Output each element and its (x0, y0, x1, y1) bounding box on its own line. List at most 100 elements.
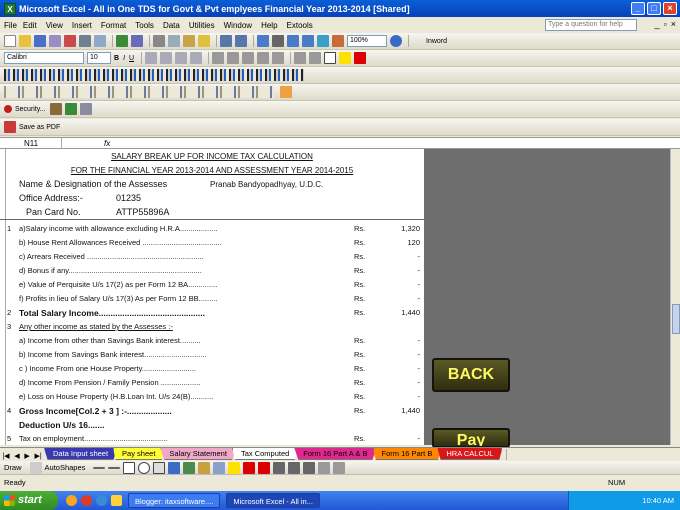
chart-wizard-icon[interactable] (317, 35, 329, 47)
sheet-tab[interactable]: Data Input sheet (44, 448, 118, 460)
tool-icon-strip[interactable] (4, 86, 274, 98)
drawing-icon[interactable] (332, 35, 344, 47)
menu-insert[interactable]: Insert (72, 21, 92, 30)
clipart-icon[interactable] (198, 461, 211, 474)
tab-navigation[interactable]: |◀ ◀ ▶ ▶| (0, 452, 44, 460)
report-row[interactable]: 2 Total Salary Income....................… (0, 308, 424, 322)
print-preview-icon[interactable] (94, 35, 106, 47)
fill-color-icon[interactable] (339, 52, 352, 64)
vertical-scrollbar[interactable] (670, 149, 680, 445)
back-button[interactable]: BACK (432, 358, 510, 392)
increase-indent-icon[interactable] (309, 52, 322, 64)
decrease-indent-icon[interactable] (294, 52, 307, 64)
percent-icon[interactable] (227, 52, 240, 64)
close-button[interactable]: × (663, 2, 677, 15)
report-row[interactable]: c) Arrears Received ....................… (0, 252, 424, 266)
menu-format[interactable]: Format (101, 21, 126, 30)
3d-icon[interactable] (333, 461, 346, 474)
excel-app-icon[interactable]: X (4, 2, 16, 15)
print-icon[interactable] (79, 35, 91, 47)
menu-file[interactable]: File (4, 21, 17, 30)
font-name-select[interactable]: Calibri (4, 52, 84, 64)
inword-button[interactable]: Inword (426, 38, 447, 45)
font-color-icon[interactable] (354, 52, 367, 64)
undo-icon[interactable] (220, 35, 232, 47)
security-button[interactable]: Security... (15, 106, 46, 113)
first-tab-icon[interactable]: |◀ (2, 452, 9, 460)
underline-button[interactable]: U (129, 55, 134, 62)
report-row[interactable]: d) Bonus if any.........................… (0, 266, 424, 280)
design-mode-icon[interactable] (79, 103, 92, 115)
autoshapes-menu[interactable]: AutoShapes (45, 463, 86, 472)
report-row[interactable]: b) Income from Savings Bank interest....… (0, 350, 424, 364)
start-button[interactable]: start (0, 491, 58, 510)
hyperlink-icon[interactable] (257, 35, 269, 47)
sheet-tab[interactable]: Salary Statement (160, 448, 236, 460)
picture-icon[interactable] (213, 461, 226, 474)
report-row[interactable]: e) Loss on House Property (H.B.Loan Int.… (0, 392, 424, 406)
menu-window[interactable]: Window (224, 21, 252, 30)
clock[interactable]: 10:40 AM (642, 496, 674, 505)
draw-menu[interactable]: Draw (4, 463, 22, 472)
report-row[interactable]: d) Income From Pension / Family Pension … (0, 378, 424, 392)
format-painter-icon[interactable] (198, 35, 210, 47)
save-icon[interactable] (34, 35, 46, 47)
open-icon[interactable] (19, 35, 31, 47)
menu-edit[interactable]: Edit (23, 21, 37, 30)
borders-icon[interactable] (324, 52, 337, 64)
menu-view[interactable]: View (46, 21, 63, 30)
oval-icon[interactable] (138, 461, 151, 474)
arrow-icon[interactable] (108, 466, 121, 469)
font-size-select[interactable]: 10 (87, 52, 111, 64)
firefox-icon[interactable] (66, 495, 77, 506)
email-icon[interactable] (64, 35, 76, 47)
menu-data[interactable]: Data (163, 21, 180, 30)
copy-icon[interactable] (168, 35, 180, 47)
draw-font-color-icon[interactable] (258, 461, 271, 474)
rectangle-icon[interactable] (123, 461, 136, 474)
ask-question-input[interactable]: Type a question for help (545, 19, 637, 31)
select-objects-icon[interactable] (29, 461, 42, 474)
spelling-icon[interactable] (116, 35, 128, 47)
doc-minimize-button[interactable]: _ (655, 19, 660, 29)
minimize-button[interactable]: _ (631, 2, 645, 15)
currency-icon[interactable] (212, 52, 225, 64)
wordart-icon[interactable] (168, 461, 181, 474)
opera-icon[interactable] (81, 495, 92, 506)
align-left-icon[interactable] (145, 52, 158, 64)
bold-button[interactable]: B (114, 55, 119, 62)
paste-icon[interactable] (183, 35, 195, 47)
save-as-pdf-button[interactable]: Save as PDF (19, 124, 60, 131)
research-icon[interactable] (131, 35, 143, 47)
merge-center-icon[interactable] (190, 52, 203, 64)
fx-icon[interactable]: fx (104, 138, 110, 149)
highlight-icon[interactable] (280, 86, 292, 98)
next-tab-icon[interactable]: ▶ (24, 452, 29, 460)
menu-utilities[interactable]: Utilities (189, 21, 215, 30)
folder-icon[interactable] (111, 495, 122, 506)
vb-editor-icon[interactable] (49, 103, 62, 115)
horizontal-scrollbar[interactable] (506, 449, 680, 460)
sheet-tab[interactable]: Pay sheet (113, 448, 165, 460)
redo-icon[interactable] (235, 35, 247, 47)
dash-style-icon[interactable] (288, 461, 301, 474)
maximize-button[interactable]: □ (647, 2, 661, 15)
report-row[interactable]: 1 a)Salary income with allowance excludin… (0, 224, 424, 238)
line-icon[interactable] (93, 466, 106, 469)
report-row[interactable]: a) Income from other than Savings Bank i… (0, 336, 424, 350)
task-blogger[interactable]: Blogger: itaxsoftware.... (128, 493, 221, 508)
control-toolbox-icon[interactable] (64, 103, 77, 115)
report-row[interactable]: Deduction U/s 16....... (0, 420, 424, 434)
draw-fill-color-icon[interactable] (228, 461, 241, 474)
arrow-style-icon[interactable] (303, 461, 316, 474)
help-icon[interactable] (390, 35, 402, 47)
permission-icon[interactable] (49, 35, 61, 47)
report-row[interactable]: b) House Rent Allowances Received ......… (0, 238, 424, 252)
report-row[interactable]: 5 Tax on employment......................… (0, 434, 424, 448)
custom-macro-buttons[interactable] (4, 69, 304, 81)
sheet-tab[interactable]: HRA CALCUL (437, 448, 503, 460)
doc-restore-button[interactable]: ▫ (664, 19, 667, 29)
zoom-select[interactable]: 100% (347, 35, 387, 47)
doc-close-button[interactable]: × (671, 19, 676, 29)
last-tab-icon[interactable]: ▶| (34, 452, 41, 460)
